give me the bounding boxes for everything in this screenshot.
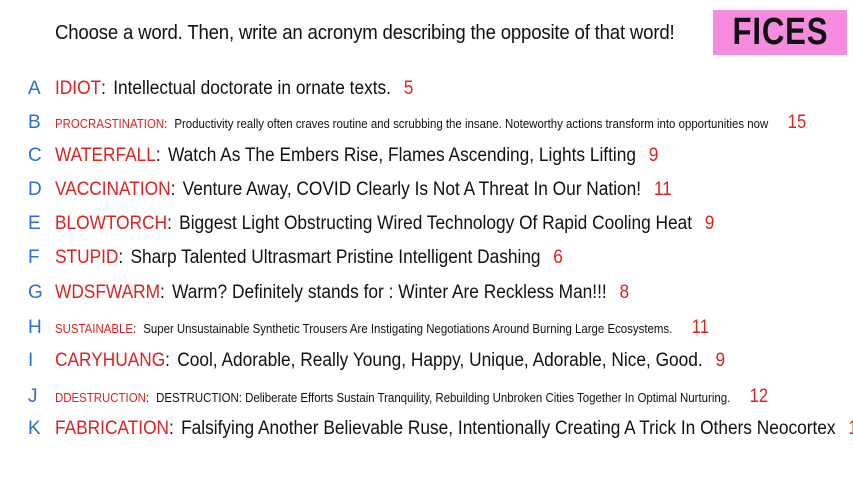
row-definition: Sharp Talented Ultrasmart Pristine Intel… [130, 247, 541, 268]
row-body: PROCRASTINATION: Productivity really oft… [55, 112, 806, 134]
row-letter: D [28, 179, 42, 200]
row-word: CARYHUANG [55, 350, 166, 371]
row-letter: G [28, 282, 43, 303]
colon: : [165, 350, 170, 371]
row-definition: Productivity really often craves routine… [174, 116, 769, 131]
row-letter: A [28, 78, 41, 99]
row-body: WDSFWARM: Warm? Definitely stands for : … [55, 282, 629, 304]
row-word: WDSFWARM [55, 282, 161, 303]
row-body: CARYHUANG: Cool, Adorable, Really Young,… [55, 350, 725, 372]
badge-label: FICES [732, 11, 828, 53]
row-body: DDESTRUCTION: DESTRUCTION: Deliberate Ef… [55, 386, 768, 408]
row-number: 15 [787, 112, 807, 133]
row-definition: Warm? Definitely stands for : Winter Are… [172, 282, 607, 303]
row-number: 11 [653, 179, 672, 200]
row-word: BLOWTORCH [55, 213, 168, 234]
colon: : [101, 78, 106, 99]
row-body: SUSTAINABLE: Super Unsustainable Synthet… [55, 317, 709, 339]
row-body: FABRICATION: Falsifying Another Believab… [55, 418, 853, 440]
row-letter: I [28, 350, 34, 371]
colon: : [169, 418, 174, 439]
row-body: BLOWTORCH: Biggest Light Obstructing Wir… [55, 213, 714, 235]
row-number: 6 [553, 247, 563, 268]
row-word: DDESTRUCTION [55, 390, 146, 405]
row-definition: Intellectual doctorate in ornate texts. [113, 78, 391, 99]
row-word: VACCINATION [55, 179, 171, 200]
row-definition: Falsifying Another Believable Ruse, Inte… [181, 418, 836, 439]
colon: : [170, 179, 176, 200]
colon: : [160, 282, 165, 303]
row-number: 9 [704, 213, 715, 234]
row-number: 11 [848, 418, 853, 440]
row-number: 9 [715, 350, 726, 371]
row-number: 12 [749, 386, 769, 407]
row-number: 11 [691, 317, 710, 338]
row-word: PROCRASTINATION [55, 116, 165, 131]
row-letter: F [28, 247, 40, 268]
row-word: SUSTAINABLE [55, 321, 133, 336]
row-letter: J [28, 386, 38, 407]
row-letter: H [28, 317, 42, 338]
row-body: IDIOT: Intellectual doctorate in ornate … [55, 78, 413, 100]
colon: : [118, 247, 124, 268]
colon: : [164, 116, 168, 131]
row-word: IDIOT [55, 78, 102, 99]
row-body: WATERFALL: Watch As The Embers Rise, Fla… [55, 145, 658, 167]
row-letter: C [28, 145, 42, 166]
row-definition: Cool, Adorable, Really Young, Happy, Uni… [177, 350, 703, 371]
prompt-text: Choose a word. Then, write an acronym de… [55, 22, 675, 44]
row-definition: Super Unsustainable Synthetic Trousers A… [143, 321, 673, 336]
colon: : [145, 390, 150, 405]
row-definition: Biggest Light Obstructing Wired Technolo… [179, 213, 693, 234]
row-number: 9 [648, 145, 659, 166]
row-number: 5 [403, 78, 414, 99]
title-badge: FICES [713, 10, 847, 55]
row-letter: K [28, 418, 41, 439]
row-letter: E [28, 213, 41, 234]
row-number: 8 [619, 282, 630, 303]
row-word: WATERFALL [55, 145, 156, 166]
row-body: STUPID: Sharp Talented Ultrasmart Pristi… [55, 247, 563, 269]
row-letter: B [28, 112, 41, 133]
colon: : [132, 321, 137, 336]
row-word: STUPID [55, 247, 119, 268]
colon: : [155, 145, 161, 166]
colon: : [167, 213, 172, 234]
row-definition: Watch As The Embers Rise, Flames Ascendi… [167, 145, 636, 166]
row-definition: DESTRUCTION: Deliberate Efforts Sustain … [156, 390, 731, 405]
row-word: FABRICATION [55, 418, 170, 439]
row-body: VACCINATION: Venture Away, COVID Clearly… [55, 179, 672, 201]
row-definition: Venture Away, COVID Clearly Is Not A Thr… [182, 179, 642, 200]
